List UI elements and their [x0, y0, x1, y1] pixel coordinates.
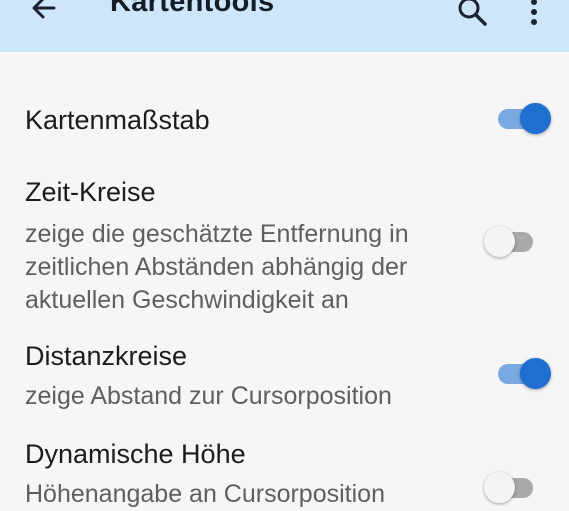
setting-description-line: aktuellen Geschwindigkeit an [25, 286, 349, 314]
setting-label: Kartenmaßstab [25, 105, 210, 135]
setting-description-line: zeige die geschätzte Entfernung in [25, 220, 409, 248]
setting-time-circles[interactable]: Zeit-Kreise zeige die geschätzte Entfern… [25, 175, 475, 317]
setting-label: Zeit-Kreise [25, 177, 156, 207]
switch-thumb [520, 358, 551, 389]
setting-label: Dynamische Höhe [25, 439, 246, 469]
more-options-button[interactable] [522, 0, 546, 30]
page-title: Kartentools [110, 0, 275, 18]
search-icon [458, 0, 487, 26]
dynamic-altitude-toggle[interactable] [484, 470, 537, 506]
setting-description-line: zeige Abstand zur Cursorposition [25, 382, 392, 410]
time-circles-toggle[interactable] [484, 224, 537, 260]
distance-circles-toggle[interactable] [498, 356, 551, 392]
switch-thumb [520, 103, 551, 134]
setting-description-line: Höhenangabe an Cursorposition [25, 480, 385, 508]
arrow-back-icon [32, 0, 56, 19]
app-bar: Kartentools [0, 0, 569, 52]
map-scale-toggle[interactable] [498, 101, 551, 137]
switch-thumb [484, 226, 515, 257]
more-vertical-icon [531, 0, 537, 25]
back-button[interactable] [28, 0, 60, 24]
switch-thumb [484, 472, 515, 503]
setting-label: Distanzkreise [25, 341, 188, 371]
setting-map-scale[interactable]: Kartenmaßstab [25, 103, 475, 137]
setting-description-line: zeitlichen Abständen abhängig der [25, 253, 408, 281]
setting-distance-circles[interactable]: Distanzkreise zeige Abstand zur Cursorpo… [25, 339, 475, 413]
search-button[interactable] [454, 0, 490, 30]
